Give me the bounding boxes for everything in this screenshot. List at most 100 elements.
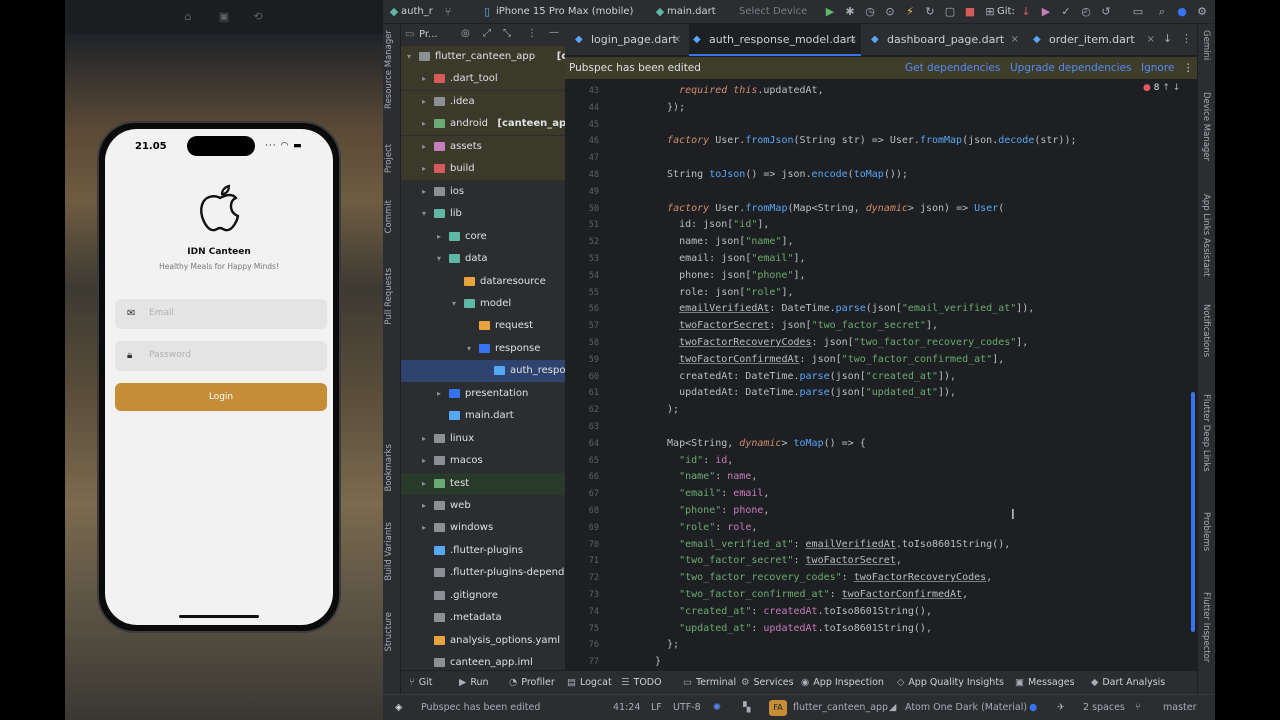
tree-item[interactable]: ▾ lib	[401, 203, 565, 225]
bottom-tool-button[interactable]: ⚙ Services	[741, 671, 794, 695]
code-line[interactable]: twoFactorRecoveryCodes: json["two_factor…	[655, 335, 1028, 351]
tree-item[interactable]: ▸ ios	[401, 181, 565, 203]
code-line[interactable]: "two_factor_confirmed_at": twoFactorConf…	[655, 587, 968, 603]
home-icon[interactable]: ⌂	[181, 10, 195, 24]
select-device[interactable]: Select Device	[739, 4, 807, 20]
file-encoding[interactable]: UTF-8	[673, 695, 701, 720]
code-line[interactable]: "created_at": createdAt.toIso8601String(…	[655, 604, 932, 620]
code-line[interactable]: emailVerifiedAt: DateTime.parse(json["em…	[655, 301, 1034, 317]
tool-window-button[interactable]: Commit	[384, 200, 394, 233]
device-selector[interactable]: iPhone 15 Pro Max (mobile)	[496, 4, 633, 20]
tree-item[interactable]: ▸ linux	[401, 428, 565, 450]
inspection-widget[interactable]: ● 8 ↑ ↓	[1143, 83, 1180, 93]
chevron-right-icon[interactable]: ▸	[422, 450, 432, 472]
theme-name[interactable]: Atom One Dark (Material)	[905, 695, 1027, 720]
tree-item[interactable]: .flutter-plugins-depende	[401, 562, 565, 584]
tabs-overflow-icon[interactable]: ↓	[1163, 32, 1172, 45]
bottom-tool-button[interactable]: ☰ TODO	[621, 671, 662, 695]
tree-item[interactable]: ▸ .dart_tool	[401, 68, 565, 91]
code-line[interactable]: "two_factor_secret": twoFactorSecret,	[655, 553, 902, 569]
tree-item[interactable]: ▸ test	[401, 472, 565, 495]
collapse-icon[interactable]: ⤡	[503, 28, 511, 39]
tool-window-button[interactable]: Problems	[1201, 512, 1211, 551]
code-line[interactable]: "phone": phone,	[655, 503, 769, 519]
git-update-icon[interactable]: ↓	[1019, 4, 1033, 20]
code-line[interactable]: }	[655, 654, 661, 670]
tree-item[interactable]: ▾ response	[401, 338, 565, 360]
tree-item[interactable]: .flutter-plugins	[401, 540, 565, 562]
tree-item[interactable]: .gitignore	[401, 585, 565, 607]
email-field[interactable]: ✉ Email	[115, 299, 327, 329]
tool-window-button[interactable]: Pull Requests	[384, 268, 394, 325]
code-line[interactable]: role: json["role"],	[655, 285, 793, 301]
bottom-tool-button[interactable]: ⑂ Git	[409, 671, 432, 695]
chevron-right-icon[interactable]: ▸	[437, 226, 447, 248]
tree-item[interactable]: ▸ assets	[401, 135, 565, 158]
memory-icon[interactable]: ▚	[743, 695, 750, 720]
project-view-title[interactable]: Pr...	[419, 29, 438, 40]
run-config-selector[interactable]: main.dart	[667, 4, 716, 20]
code-line[interactable]: "role": role,	[655, 520, 757, 536]
settings-icon[interactable]: ⚙	[1195, 4, 1209, 20]
tree-item[interactable]: ▸ web	[401, 495, 565, 517]
close-tab-icon[interactable]: ×	[849, 24, 857, 56]
editor-tab[interactable]: ◆ dashboard_page.dart ×	[867, 24, 1023, 56]
ignore-link[interactable]: Ignore	[1141, 57, 1174, 79]
more-icon[interactable]: ⋮	[527, 28, 537, 39]
code-line[interactable]: updatedAt: DateTime.parse(json["updated_…	[655, 385, 956, 401]
bottom-tool-button[interactable]: ◉ App Inspection	[801, 671, 884, 695]
stop-red-icon[interactable]: ■	[963, 4, 977, 20]
indent-setting[interactable]: 2 spaces	[1083, 695, 1125, 720]
tree-item[interactable]: ▸ core	[401, 226, 565, 248]
code-line[interactable]: "email_verified_at": emailVerifiedAt.toI…	[655, 537, 1010, 553]
branch-icon[interactable]: ⑂	[441, 4, 455, 20]
code-line[interactable]: factory User.fromMap(Map<String, dynamic…	[655, 201, 1004, 217]
editor-scrollbar[interactable]	[1191, 392, 1195, 632]
git-commit-icon[interactable]: ✓	[1059, 4, 1073, 20]
bottom-tool-button[interactable]: ◇ App Quality Insights	[897, 671, 1004, 695]
chevron-right-icon[interactable]: ▸	[422, 473, 432, 495]
upgrade-dependencies-link[interactable]: Upgrade dependencies	[1010, 57, 1132, 79]
hot-reload-icon[interactable]: ⚡	[903, 4, 917, 20]
code-line[interactable]: "name": name,	[655, 469, 757, 485]
status-project-name[interactable]: flutter_canteen_app	[793, 695, 888, 720]
tool-window-button[interactable]: Flutter Deep Links	[1201, 394, 1211, 472]
chevron-right-icon[interactable]: ▸	[422, 113, 432, 135]
code-line[interactable]: Map<String, dynamic> toMap() => {	[655, 436, 866, 452]
minimize-icon[interactable]: —	[549, 27, 559, 38]
line-separator[interactable]: LF	[651, 695, 662, 720]
code-line[interactable]: "id": id,	[655, 453, 733, 469]
tree-item[interactable]: ▾ flutter_canteen_app [cantee	[401, 46, 565, 68]
tree-item[interactable]: ▾ data	[401, 248, 565, 270]
status-notification-icon[interactable]: ◈	[395, 695, 402, 720]
tree-item[interactable]: ▸ presentation	[401, 383, 565, 405]
tabs-more-icon[interactable]: ⋮	[1181, 32, 1192, 45]
bottom-tool-button[interactable]: ▤ Logcat	[567, 671, 612, 695]
tree-item[interactable]: ▸ build	[401, 158, 565, 181]
code-line[interactable]: id: json["id"],	[655, 217, 769, 233]
history-icon[interactable]: ◴	[1079, 4, 1093, 20]
bottom-tool-button[interactable]: ▭ Terminal	[683, 671, 736, 695]
restart-icon[interactable]: ↻	[923, 4, 937, 20]
tool-window-button[interactable]: Device Manager	[1201, 92, 1211, 161]
chevron-right-icon[interactable]: ▸	[422, 68, 432, 90]
tree-item[interactable]: ▸ android [canteen_app_a	[401, 113, 565, 136]
chevron-right-icon[interactable]: ▸	[422, 428, 432, 450]
tree-item[interactable]: ▾ model	[401, 293, 565, 315]
power-icon[interactable]: ✈	[1057, 695, 1065, 720]
project-switcher[interactable]: auth_r	[401, 4, 433, 20]
rollback-icon[interactable]: ↺	[1099, 4, 1113, 20]
chevron-right-icon[interactable]: ▸	[422, 91, 432, 113]
bottom-tool-button[interactable]: ◔ Profiler	[509, 671, 555, 695]
chevron-down-icon[interactable]: ▾	[422, 203, 432, 225]
login-button[interactable]: Login	[115, 383, 327, 411]
tool-window-button[interactable]: Structure	[384, 612, 394, 652]
prev-problem-icon[interactable]: ↑	[1162, 83, 1170, 93]
editor-tab[interactable]: ◆ order_item.dart ×	[1029, 24, 1159, 56]
ai-icon[interactable]: ●	[1029, 695, 1037, 720]
close-tab-icon[interactable]: ×	[1011, 24, 1019, 56]
code-line[interactable]: String toJson() => json.encode(toMap());	[655, 167, 908, 183]
chevron-down-icon[interactable]: ▾	[437, 248, 447, 270]
close-tab-icon[interactable]: ×	[1147, 24, 1155, 56]
chevron-right-icon[interactable]: ▸	[437, 383, 447, 405]
